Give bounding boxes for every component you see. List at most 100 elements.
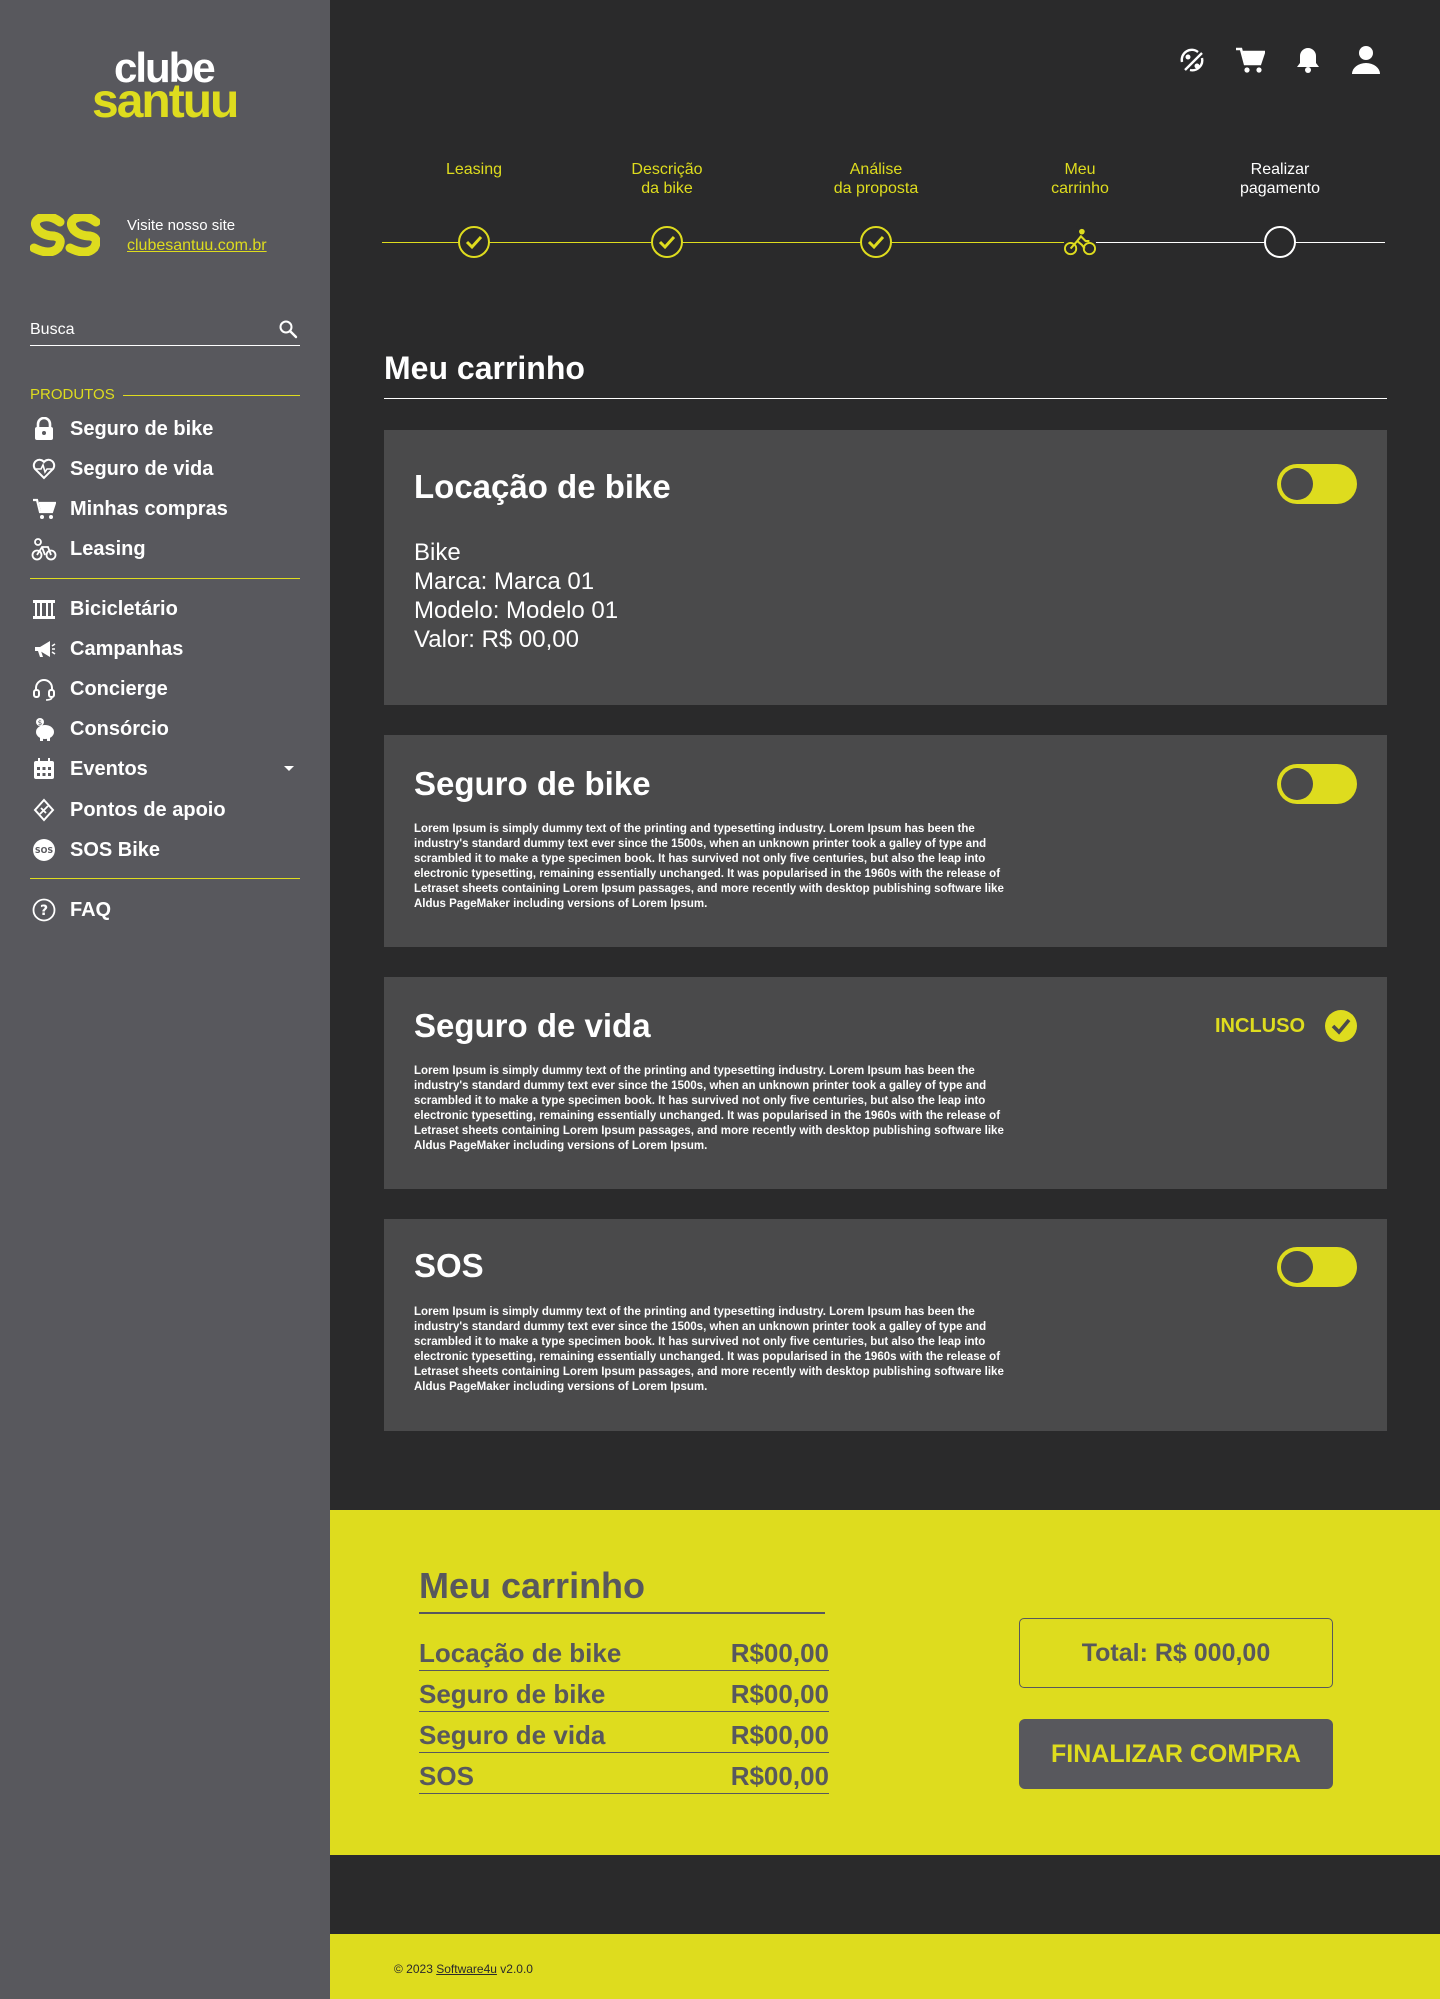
toggle-knob	[1281, 768, 1313, 800]
summary-row: SOS R$00,00	[419, 1754, 829, 1794]
sidebar-item-seguro-vida[interactable]: Seguro de vida	[30, 453, 300, 485]
cart-summary: Meu carrinho Locação de bike R$00,00 Seg…	[330, 1510, 1440, 1855]
check-circle-icon	[1325, 1010, 1357, 1042]
company-link[interactable]: Software4u	[436, 1962, 497, 1976]
sidebar-item-eventos[interactable]: Eventos	[30, 753, 300, 785]
footer: © 2023 Software4u v2.0.0	[330, 1934, 1440, 1999]
footer-text: © 2023 Software4u v2.0.0	[394, 1962, 533, 1976]
bike-brand: Marca: Marca 01	[414, 568, 595, 595]
card-description: Lorem Ipsum is simply dummy text of the …	[414, 1306, 1004, 1393]
finalize-purchase-button[interactable]: FINALIZAR COMPRA	[1019, 1719, 1333, 1789]
step-analise-proposta[interactable]: Análise da proposta	[806, 160, 946, 258]
sidebar-item-label: Consórcio	[70, 717, 169, 740]
sidebar-item-label: Pontos de apoio	[70, 798, 226, 821]
step-pending-circle	[1264, 226, 1296, 258]
summary-item-value: R$00,00	[730, 1761, 829, 1791]
included-badge: INCLUSO	[1215, 1010, 1357, 1042]
card-title: Seguro de bike	[414, 765, 651, 802]
lock-icon	[30, 415, 58, 443]
step-label: Meu carrinho	[1051, 161, 1109, 197]
visit-site-label: Visite nosso site	[127, 217, 236, 234]
summary-item-name: Seguro de vida	[419, 1720, 606, 1750]
sidebar-item-label: FAQ	[70, 898, 112, 921]
card-description: Lorem Ipsum is simply dummy text of the …	[414, 1065, 1004, 1152]
sidebar-item-label: Seguro de bike	[70, 417, 214, 440]
sidebar-item-minhas-compras[interactable]: Minhas compras	[30, 493, 300, 525]
svg-text:SOS: SOS	[35, 846, 54, 855]
locacao-toggle[interactable]	[1277, 464, 1357, 504]
sidebar-item-pontos-apoio[interactable]: Pontos de apoio	[30, 794, 300, 826]
bell-icon[interactable]	[1292, 44, 1324, 76]
top-toolbar	[1176, 44, 1382, 76]
cart-icon	[30, 495, 58, 523]
discount-icon[interactable]	[1176, 44, 1208, 76]
products-section-label: PRODUTOS	[30, 386, 300, 406]
site-url-link[interactable]: clubesantuu.com.br	[127, 237, 267, 255]
cyclist-icon	[1064, 226, 1096, 258]
title-divider	[384, 398, 1387, 399]
sidebar-item-leasing[interactable]: Leasing	[30, 533, 300, 565]
summary-title-divider	[419, 1612, 825, 1614]
sidebar: clube santuu Visite nosso site clubesant…	[0, 0, 330, 1999]
summary-row: Locação de bike R$00,00	[419, 1631, 829, 1671]
sidebar-item-label: Concierge	[70, 677, 168, 700]
sidebar-item-consorcio[interactable]: $ Consórcio	[30, 713, 300, 745]
seguro-bike-toggle[interactable]	[1277, 764, 1357, 804]
app-version: v2.0.0	[500, 1962, 533, 1976]
step-realizar-pagamento[interactable]: Realizar pagamento	[1210, 160, 1350, 258]
total-amount: Total: R$ 000,00	[1019, 1618, 1333, 1688]
sos-toggle[interactable]	[1277, 1247, 1357, 1287]
sidebar-item-campanhas[interactable]: Campanhas	[30, 633, 300, 665]
sidebar-item-seguro-bike[interactable]: Seguro de bike	[30, 413, 300, 445]
sidebar-item-label: SOS Bike	[70, 838, 161, 861]
cart-icon[interactable]	[1234, 44, 1266, 76]
summary-title: Meu carrinho	[419, 1565, 646, 1606]
headset-icon	[30, 675, 58, 703]
sidebar-item-concierge[interactable]: Concierge	[30, 673, 300, 705]
included-label: INCLUSO	[1215, 1014, 1305, 1037]
piggy-bank-icon: $	[30, 715, 58, 743]
sidebar-item-label: Eventos	[70, 757, 148, 780]
brand-logo[interactable]: clube santuu	[92, 44, 242, 128]
check-icon	[458, 226, 490, 258]
bike-value: Valor: R$ 00,00	[414, 626, 579, 653]
sidebar-item-label: Bicicletário	[70, 597, 178, 620]
summary-item-value: R$00,00	[730, 1638, 829, 1668]
bike-details: Bike Marca: Marca 01 Modelo: Modelo 01 V…	[414, 538, 618, 654]
step-leasing[interactable]: Leasing	[404, 160, 544, 258]
step-label: Realizar pagamento	[1239, 161, 1321, 197]
search-input[interactable]	[30, 318, 260, 342]
calendar-icon	[30, 755, 58, 783]
sidebar-item-bicicletario[interactable]: Bicicletário	[30, 593, 300, 625]
svg-text:$: $	[38, 719, 42, 727]
search-icon[interactable]	[278, 319, 298, 339]
toggle-knob	[1281, 1251, 1313, 1283]
logo-bottom-text: santuu	[92, 75, 239, 128]
summary-item-name: Seguro de bike	[419, 1679, 606, 1709]
search-box	[30, 316, 300, 346]
summary-item-name: SOS	[419, 1761, 474, 1791]
step-descricao-bike[interactable]: Descrição da bike	[597, 160, 737, 258]
summary-item-name: Locação de bike	[419, 1638, 622, 1668]
visit-site-block: Visite nosso site clubesantuu.com.br	[30, 210, 310, 260]
sidebar-item-label: Campanhas	[70, 637, 184, 660]
card-seguro-vida: Seguro de vida INCLUSO Lorem Ipsum is si…	[384, 977, 1387, 1189]
sidebar-item-label: Leasing	[70, 537, 146, 560]
card-description: Lorem Ipsum is simply dummy text of the …	[414, 823, 1004, 910]
santuu-mark-icon	[30, 214, 100, 256]
chevron-down-icon[interactable]	[284, 766, 294, 771]
step-label: Leasing	[445, 161, 503, 178]
step-meu-carrinho[interactable]: Meu carrinho	[1010, 160, 1150, 258]
card-title: Seguro de vida	[414, 1007, 651, 1044]
support-point-icon	[30, 796, 58, 824]
heart-pulse-icon	[30, 455, 58, 483]
user-icon[interactable]	[1350, 44, 1382, 76]
check-icon	[860, 226, 892, 258]
sidebar-item-label: Seguro de vida	[70, 457, 214, 480]
step-label: Análise da proposta	[833, 161, 919, 197]
summary-item-value: R$00,00	[730, 1720, 829, 1750]
sidebar-item-sos-bike[interactable]: SOS SOS Bike	[30, 834, 300, 866]
help-circle-icon: ?	[30, 896, 58, 924]
sidebar-item-faq[interactable]: ? FAQ	[30, 894, 300, 926]
bike-rack-icon	[30, 595, 58, 623]
